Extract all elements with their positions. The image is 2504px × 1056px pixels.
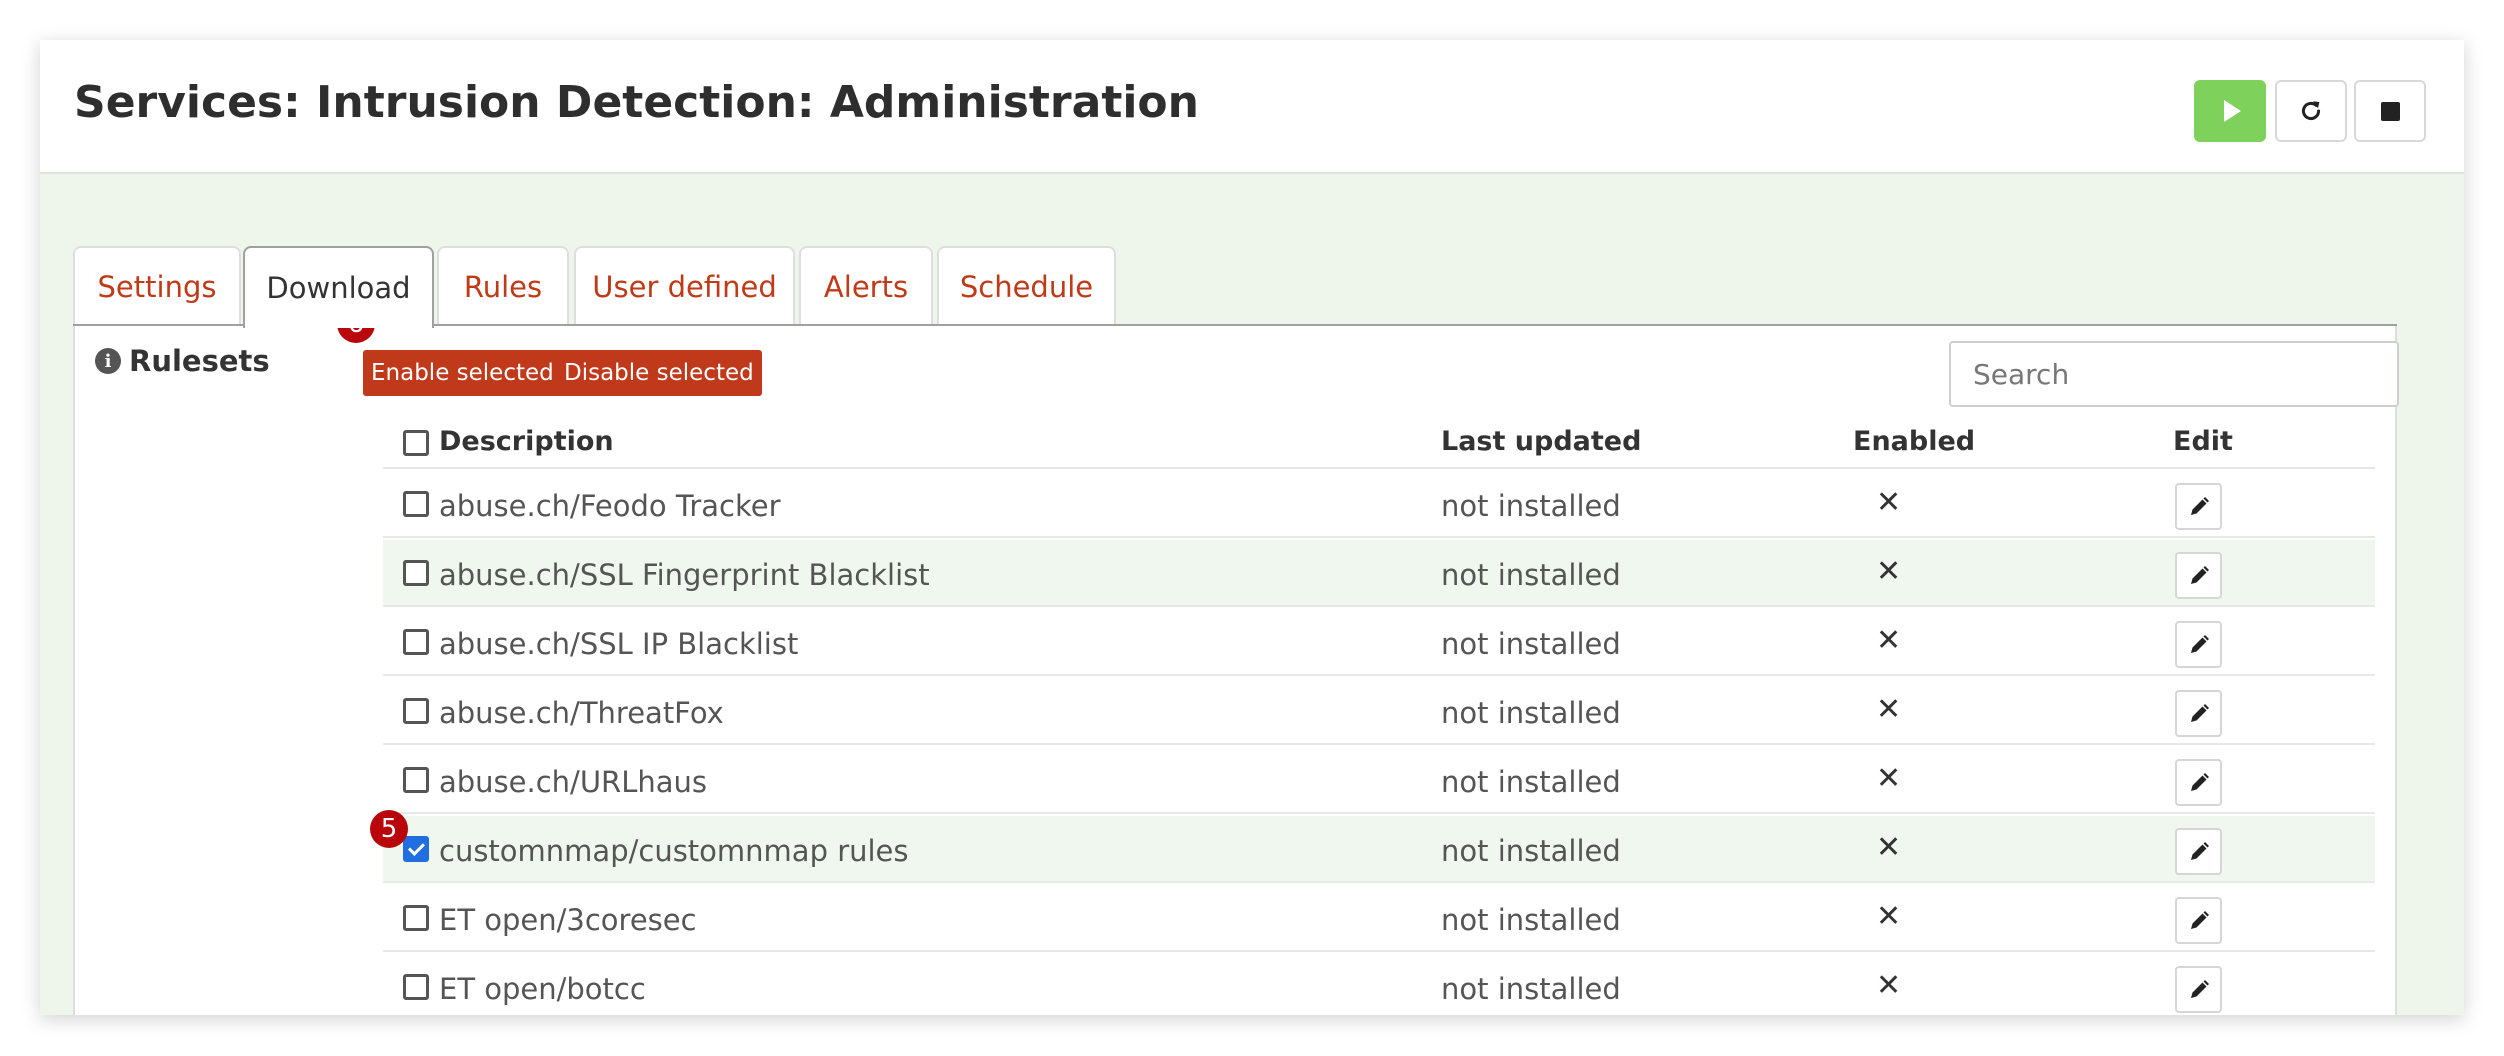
ruleset-description: customnmap/customnmap rules (439, 834, 909, 868)
page-title: Services: Intrusion Detection: Administr… (74, 77, 1199, 128)
tab-settings[interactable]: Settings (73, 246, 241, 326)
pencil-icon (2190, 772, 2209, 791)
table-row: ET open/3coresec not installed ✕ (383, 885, 2375, 952)
edit-button[interactable] (2175, 621, 2222, 668)
row-checkbox[interactable] (403, 974, 429, 1000)
rulesets-label: i Rulesets (95, 344, 270, 378)
edit-button[interactable] (2175, 759, 2222, 806)
table-row: abuse.ch/SSL Fingerprint Blacklist not i… (383, 540, 2375, 607)
row-checkbox[interactable] (403, 905, 429, 931)
stop-service-button[interactable] (2354, 80, 2426, 142)
edit-button[interactable] (2175, 552, 2222, 599)
row-checkbox[interactable] (403, 560, 429, 586)
row-checkbox[interactable] (403, 698, 429, 724)
table-row: ET open/botcc not installed ✕ (383, 954, 2375, 1015)
ruleset-description: abuse.ch/URLhaus (439, 765, 707, 799)
table-row: abuse.ch/ThreatFox not installed ✕ (383, 678, 2375, 745)
disabled-x-icon: ✕ (1876, 554, 1902, 589)
ruleset-last-updated: not installed (1441, 696, 1621, 730)
pencil-icon (2190, 841, 2209, 860)
ids-admin-panel: Services: Intrusion Detection: Administr… (40, 40, 2464, 1015)
pencil-icon (2190, 910, 2209, 929)
edit-button[interactable] (2175, 828, 2222, 875)
pencil-icon (2190, 979, 2209, 998)
select-all-checkbox[interactable] (403, 430, 429, 456)
row-checkbox[interactable] (403, 767, 429, 793)
disabled-x-icon: ✕ (1876, 830, 1902, 865)
pencil-icon (2190, 634, 2209, 653)
edit-button[interactable] (2175, 897, 2222, 944)
ruleset-description: abuse.ch/ThreatFox (439, 696, 724, 730)
disabled-x-icon: ✕ (1876, 623, 1902, 658)
edit-button[interactable] (2175, 690, 2222, 737)
column-header-enabled[interactable]: Enabled (1853, 426, 1975, 457)
tab-user-defined[interactable]: User defined (574, 246, 795, 326)
start-service-button[interactable] (2194, 80, 2266, 142)
ruleset-last-updated: not installed (1441, 627, 1621, 661)
disable-selected-button[interactable]: Disable selected (556, 350, 762, 396)
disabled-x-icon: ✕ (1876, 899, 1902, 934)
row-checkbox[interactable] (403, 491, 429, 517)
table-row: abuse.ch/SSL IP Blacklist not installed … (383, 609, 2375, 676)
column-header-edit: Edit (2173, 426, 2233, 457)
pencil-icon (2190, 703, 2209, 722)
ruleset-description: ET open/3coresec (439, 903, 697, 937)
play-icon (2223, 100, 2241, 122)
ruleset-last-updated: not installed (1441, 834, 1621, 868)
rulesets-title: Rulesets (129, 344, 270, 378)
info-icon[interactable]: i (95, 348, 121, 374)
table-row: abuse.ch/Feodo Tracker not installed ✕ (383, 471, 2375, 538)
table-row: abuse.ch/URLhaus not installed ✕ (383, 747, 2375, 814)
download-tab-body: i Rulesets 6 Enable selected Disable sel… (73, 305, 2399, 1015)
tab-rules[interactable]: Rules (437, 246, 569, 326)
disabled-x-icon: ✕ (1876, 761, 1902, 796)
ruleset-last-updated: not installed (1441, 489, 1621, 523)
tab-schedule[interactable]: Schedule (937, 246, 1116, 326)
edit-button[interactable] (2175, 966, 2222, 1013)
ruleset-last-updated: not installed (1441, 558, 1621, 592)
disabled-x-icon: ✕ (1876, 968, 1902, 1003)
ruleset-description: abuse.ch/SSL Fingerprint Blacklist (439, 558, 930, 592)
tab-download[interactable]: Download (243, 246, 434, 328)
enable-selected-button[interactable]: Enable selected (363, 350, 562, 396)
disabled-x-icon: ✕ (1876, 692, 1902, 727)
ruleset-last-updated: not installed (1441, 972, 1621, 1006)
stop-icon (2380, 101, 2400, 121)
column-header-description[interactable]: Description (439, 426, 614, 457)
disabled-x-icon: ✕ (1876, 485, 1902, 520)
table-row: customnmap/customnmap rules not installe… (383, 816, 2375, 883)
content-area: Settings Download Rules User defined Ale… (40, 174, 2464, 1015)
tab-alerts[interactable]: Alerts (799, 246, 933, 326)
row-checkbox-checked[interactable] (403, 836, 429, 862)
column-header-last-updated[interactable]: Last updated (1441, 426, 1641, 457)
ruleset-description: abuse.ch/Feodo Tracker (439, 489, 781, 523)
reload-icon (2301, 101, 2321, 121)
row-checkbox[interactable] (403, 629, 429, 655)
pencil-icon (2190, 496, 2209, 515)
ruleset-description: ET open/botcc (439, 972, 646, 1006)
page-header: Services: Intrusion Detection: Administr… (40, 40, 2464, 174)
search-input[interactable] (1949, 341, 2399, 407)
pencil-icon (2190, 565, 2209, 584)
ruleset-last-updated: not installed (1441, 903, 1621, 937)
annotation-badge-selected-row: 5 (370, 810, 408, 848)
ruleset-description: abuse.ch/SSL IP Blacklist (439, 627, 799, 661)
edit-button[interactable] (2175, 483, 2222, 530)
ruleset-last-updated: not installed (1441, 765, 1621, 799)
restart-service-button[interactable] (2275, 80, 2347, 142)
rulesets-table-header: Description Last updated Enabled Edit (383, 418, 2375, 469)
